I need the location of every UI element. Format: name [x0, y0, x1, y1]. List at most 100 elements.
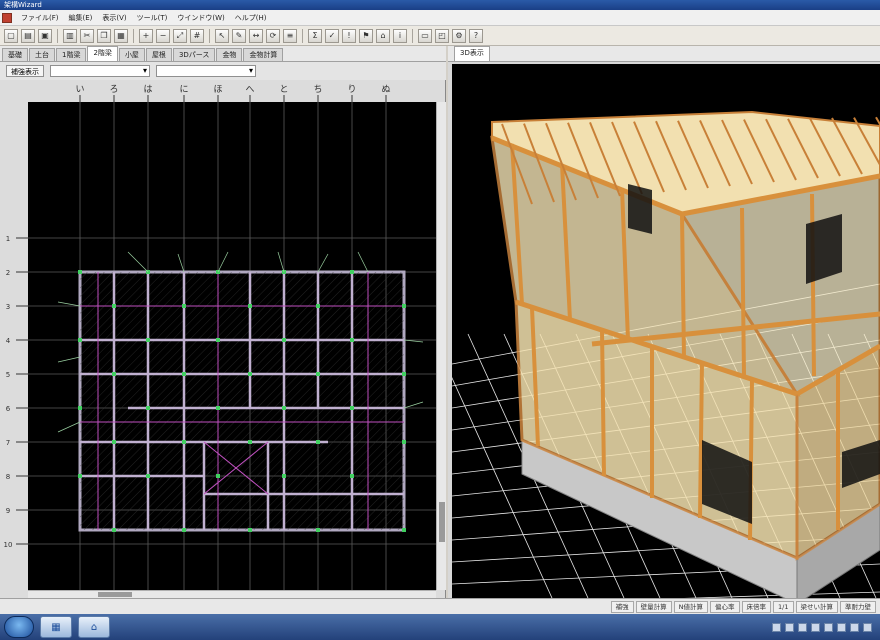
zoom-in-icon[interactable]: + — [139, 28, 153, 43]
hardware-marker — [248, 440, 252, 444]
row-label: 4 — [6, 337, 11, 345]
hardware-marker — [112, 372, 116, 376]
reinforcement-toggle-button[interactable]: 補強表示 — [6, 65, 44, 77]
toolbar-separator — [302, 28, 303, 43]
tray-icon[interactable] — [811, 622, 820, 632]
app-icon — [2, 12, 12, 23]
column-label: ほ — [213, 84, 222, 95]
window-title: 架構Wizard — [0, 0, 880, 10]
row-ruler-svg: 1 2 3 4 5 6 7 8 9 10 — [4, 235, 28, 549]
save-icon[interactable]: ▣ — [38, 28, 52, 43]
measure-icon[interactable]: ↔ — [249, 28, 263, 43]
menu-help[interactable]: ヘルプ(H) — [230, 10, 272, 26]
tab-hardware-calc[interactable]: 金物計算 — [243, 48, 284, 61]
hardware-marker — [216, 474, 220, 478]
rotate-icon[interactable]: ⟳ — [266, 28, 280, 43]
status-scale[interactable]: 1/1 — [773, 600, 794, 613]
open-icon[interactable]: ▤ — [21, 28, 35, 43]
select-icon[interactable]: ↖ — [215, 28, 229, 43]
status-quasi-wall[interactable]: 準耐力壁 — [840, 600, 876, 613]
tray-icon[interactable] — [798, 622, 807, 632]
tray-icon[interactable] — [863, 622, 872, 632]
view3d-tab-row: 3D表示 — [448, 46, 880, 62]
status-n-value[interactable]: N値計算 — [673, 600, 709, 613]
view3d-canvas[interactable] — [452, 64, 880, 598]
tab-sill[interactable]: 土台 — [29, 48, 55, 61]
hardware-marker — [316, 440, 320, 444]
tab-2f-beam[interactable]: 2階梁 — [87, 46, 118, 61]
toolbar-separator — [412, 28, 413, 43]
settings-icon[interactable]: ⚙ — [452, 28, 466, 43]
hardware-marker — [216, 406, 220, 410]
taskbar-app-icon[interactable]: ⌂ — [78, 616, 110, 638]
hardware-marker — [402, 372, 406, 376]
hardware-marker — [316, 528, 320, 532]
system-tray — [772, 622, 880, 632]
status-reinforcement[interactable]: 補強 — [610, 600, 634, 613]
floor-select[interactable] — [50, 65, 150, 77]
plan-horizontal-scrollbar[interactable] — [28, 590, 436, 598]
hardware-marker — [350, 270, 354, 274]
hardware-marker — [350, 474, 354, 478]
layer-icon[interactable]: ≡ — [283, 28, 297, 43]
menu-tools[interactable]: ツール(T) — [132, 10, 173, 26]
tray-icon[interactable] — [785, 622, 794, 632]
hardware-marker — [402, 528, 406, 532]
plan-vertical-scrollbar[interactable] — [436, 102, 446, 590]
pen-icon[interactable]: ✎ — [232, 28, 246, 43]
hardware-marker — [182, 528, 186, 532]
zoom-out-icon[interactable]: − — [156, 28, 170, 43]
hardware-marker — [402, 440, 406, 444]
house-icon[interactable]: ⌂ — [376, 28, 390, 43]
hscroll-thumb[interactable] — [98, 592, 132, 597]
row-label: 10 — [4, 541, 13, 549]
menu-file[interactable]: ファイル(F) — [16, 10, 64, 26]
calc-icon[interactable]: Σ — [308, 28, 322, 43]
paste-icon[interactable]: ▦ — [114, 28, 128, 43]
toolbar: ▢ ▤ ▣ ▥ ✂ ❐ ▦ + − ⤢ # ↖ ✎ ↔ ⟳ ≡ Σ ✓ ! ⚑ … — [0, 26, 880, 46]
help-icon[interactable]: ? — [469, 28, 483, 43]
tab-roof[interactable]: 屋根 — [145, 48, 172, 61]
cut-icon[interactable]: ✂ — [80, 28, 94, 43]
hardware-marker — [216, 338, 220, 342]
status-eccentricity[interactable]: 偏心率 — [710, 600, 740, 613]
tab-3d-perspective[interactable]: 3Dパース — [172, 48, 216, 61]
view-3d-icon[interactable]: ◰ — [435, 28, 449, 43]
tab-3d-view[interactable]: 3D表示 — [454, 46, 490, 61]
tab-roof-frame[interactable]: 小屋 — [118, 48, 145, 61]
hardware-marker — [402, 304, 406, 308]
flag-icon[interactable]: ⚑ — [359, 28, 373, 43]
tray-icon[interactable] — [772, 622, 781, 632]
menu-edit[interactable]: 編集(E) — [64, 10, 98, 26]
vscroll-thumb[interactable] — [439, 502, 445, 542]
menu-bar: ファイル(F) 編集(E) 表示(V) ツール(T) ウインドウ(W) ヘルプ(… — [0, 10, 880, 26]
status-wall-quantity[interactable]: 壁量計算 — [635, 600, 672, 613]
menu-window[interactable]: ウインドウ(W) — [172, 10, 229, 26]
tab-foundation[interactable]: 基礎 — [2, 48, 28, 61]
new-icon[interactable]: ▢ — [4, 28, 18, 43]
tray-icon[interactable] — [824, 622, 833, 632]
status-floor-ratio[interactable]: 床倍率 — [741, 600, 772, 613]
zoom-fit-icon[interactable]: ⤢ — [173, 28, 187, 43]
view-2d-icon[interactable]: ▭ — [418, 28, 432, 43]
hardware-marker — [182, 372, 186, 376]
plan-tab-row: 基礎 土台 1階梁 2階梁 小屋 屋根 3Dパース 金物 金物計算 — [0, 46, 446, 62]
hardware-marker — [78, 406, 82, 410]
copy-icon[interactable]: ❐ — [97, 28, 111, 43]
hardware-marker — [316, 372, 320, 376]
check-icon[interactable]: ✓ — [325, 28, 339, 43]
warning-icon[interactable]: ! — [342, 28, 356, 43]
taskbar-explorer-icon[interactable]: ▦ — [40, 616, 72, 638]
start-button[interactable] — [4, 616, 34, 638]
info-icon[interactable]: i — [393, 28, 407, 43]
tab-hardware[interactable]: 金物 — [216, 48, 243, 61]
print-icon[interactable]: ▥ — [63, 28, 77, 43]
menu-view[interactable]: 表示(V) — [97, 10, 131, 26]
floor-plan-canvas[interactable] — [28, 102, 436, 590]
tab-1f-beam[interactable]: 1階梁 — [56, 48, 87, 61]
layer-select[interactable] — [156, 65, 256, 77]
grid-icon[interactable]: # — [190, 28, 204, 43]
tray-icon[interactable] — [850, 622, 859, 632]
status-beam-depth[interactable]: 梁せい計算 — [795, 600, 838, 613]
tray-icon[interactable] — [837, 622, 846, 632]
